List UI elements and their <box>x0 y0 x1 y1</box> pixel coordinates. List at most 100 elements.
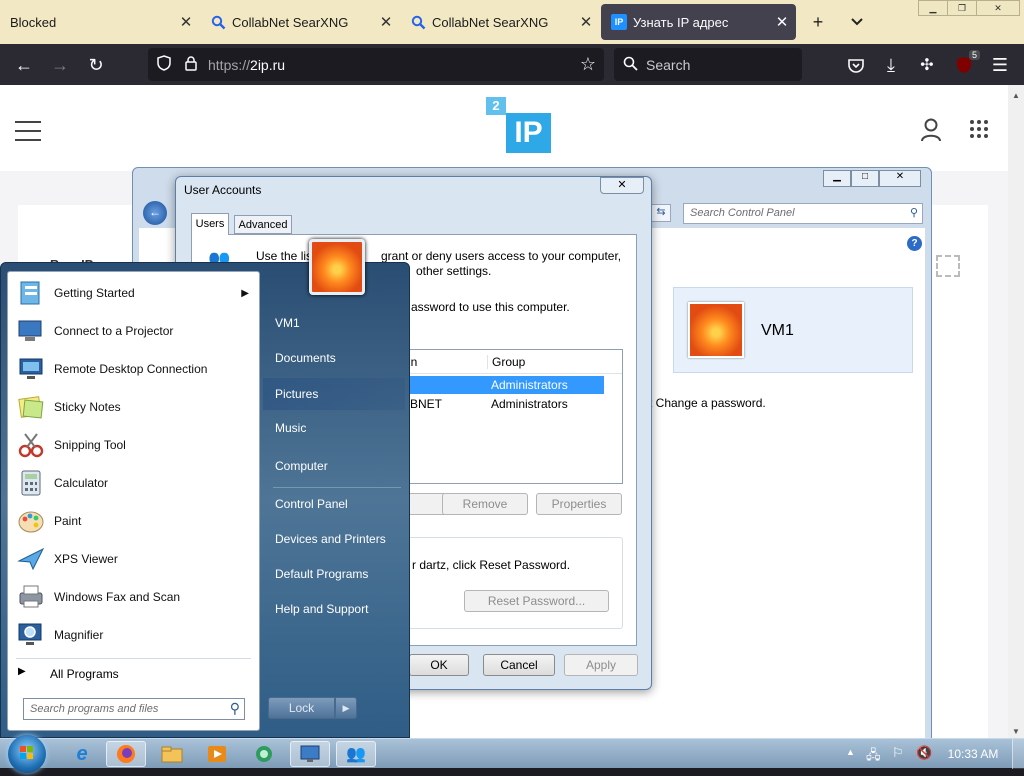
start-right-help[interactable]: Help and Support <box>269 602 405 616</box>
explorer-taskbar-icon[interactable] <box>152 741 192 767</box>
start-item-xps-viewer[interactable]: XPS Viewer <box>8 540 259 578</box>
projector-icon <box>14 314 48 348</box>
user-profile-icon[interactable] <box>920 118 942 145</box>
firefox-taskbar-icon[interactable] <box>106 741 146 767</box>
start-item-fax-scan[interactable]: Windows Fax and Scan <box>8 578 259 616</box>
search-icon: ⚲ <box>229 700 240 716</box>
reload-icon[interactable]: ↻ <box>82 52 110 78</box>
start-user-picture <box>309 239 365 295</box>
minimize-icon[interactable]: ▁ <box>918 0 948 16</box>
start-right-documents[interactable]: Documents <box>269 351 405 365</box>
search-bar[interactable]: Search <box>614 48 802 81</box>
tray-flag-icon[interactable]: ⚐ <box>892 745 904 761</box>
start-right-control-panel[interactable]: Control Panel <box>269 497 405 511</box>
tab-users[interactable]: Users <box>191 213 229 235</box>
tab-label: CollabNet SearXNG <box>432 14 549 30</box>
lock-button[interactable]: Lock <box>268 697 335 719</box>
properties-button[interactable]: Properties <box>536 493 622 515</box>
close-tab-icon[interactable]: ✕ <box>768 13 796 31</box>
start-orb-icon[interactable] <box>8 735 46 773</box>
all-programs-item[interactable]: ▶ All Programs <box>8 662 259 686</box>
close-tab-icon[interactable]: ✕ <box>372 13 400 31</box>
tab-blocked[interactable]: Blocked ✕ <box>0 0 200 44</box>
show-desktop-button[interactable] <box>1012 739 1024 769</box>
cp-back-icon[interactable]: ← <box>143 201 167 225</box>
remove-button[interactable]: Remove <box>442 493 528 515</box>
page-scrollbar[interactable]: ▲ ▼ <box>1008 85 1024 740</box>
start-right-computer[interactable]: Computer <box>269 459 405 473</box>
start-item-sticky-notes[interactable]: Sticky Notes <box>8 388 259 426</box>
browser-nav-bar: ← → ↻ https:// 2ip.ru ☆ Search ⤓ ✣ 5 ☰ <box>0 44 1024 85</box>
url-bar[interactable]: https:// 2ip.ru ☆ <box>148 48 604 81</box>
site-menu-icon[interactable] <box>15 121 41 141</box>
start-right-devices[interactable]: Devices and Printers <box>269 532 405 546</box>
back-icon[interactable]: ← <box>10 52 38 78</box>
reset-password-text: r dartz, click Reset Password. <box>412 558 571 572</box>
tab-2ip-active[interactable]: IP Узнать IP адрес ✕ <box>601 4 796 40</box>
downloads-icon[interactable]: ⤓ <box>877 52 905 78</box>
copy-icon[interactable] <box>936 255 960 277</box>
close-tab-icon[interactable]: ✕ <box>572 13 600 31</box>
apply-button[interactable]: Apply <box>564 654 638 676</box>
close-tab-icon[interactable]: ✕ <box>172 13 200 31</box>
bookmark-star-icon[interactable]: ☆ <box>580 54 596 75</box>
cancel-button[interactable]: Cancel <box>483 654 555 676</box>
start-item-paint[interactable]: Paint <box>8 502 259 540</box>
tray-expand-icon[interactable]: ▲ <box>846 747 855 757</box>
cp-minimize-icon[interactable]: ▁ <box>823 170 851 187</box>
lock-icon[interactable] <box>180 55 202 74</box>
paint-icon <box>14 504 48 538</box>
dialog-close-icon[interactable]: ✕ <box>600 177 644 194</box>
network-taskbar-icon[interactable] <box>244 741 284 767</box>
menu-hamburger-icon[interactable]: ☰ <box>986 52 1014 78</box>
col-header-group[interactable]: Group <box>487 355 525 369</box>
reset-password-button[interactable]: Reset Password... <box>464 590 609 612</box>
cp-refresh-icon[interactable]: ⇆ <box>651 204 671 222</box>
start-item-snipping-tool[interactable]: Snipping Tool <box>8 426 259 464</box>
site-header: 2 IP <box>0 85 1008 171</box>
shield-icon[interactable] <box>148 55 180 74</box>
start-right-user[interactable]: VM1 <box>269 316 405 330</box>
cp-user-tile[interactable]: VM1 <box>673 287 913 373</box>
close-window-icon[interactable]: ✕ <box>976 0 1020 16</box>
search-favicon-icon <box>410 14 426 30</box>
tab-label: CollabNet SearXNG <box>232 14 349 30</box>
start-item-getting-started[interactable]: Getting Started ▶ <box>8 274 259 312</box>
tab-searxng-2[interactable]: CollabNet SearXNG ✕ <box>400 0 600 44</box>
start-right-pictures[interactable]: Pictures <box>263 378 405 410</box>
search-icon <box>614 56 646 74</box>
tray-network-icon[interactable]: 🖧 <box>866 746 881 768</box>
restore-icon[interactable]: ❐ <box>947 0 977 16</box>
ie-taskbar-icon[interactable]: e <box>62 741 102 767</box>
media-player-taskbar-icon[interactable] <box>197 741 237 767</box>
add-user-button[interactable] <box>407 493 447 515</box>
start-item-remote-desktop[interactable]: Remote Desktop Connection <box>8 350 259 388</box>
start-item-calculator[interactable]: Calculator <box>8 464 259 502</box>
cp-maximize-icon[interactable]: □ <box>851 170 879 187</box>
apps-grid-icon[interactable] <box>969 119 989 142</box>
pocket-icon[interactable] <box>842 52 870 78</box>
tab-searxng-1[interactable]: CollabNet SearXNG ✕ <box>200 0 400 44</box>
cp-close-icon[interactable]: ✕ <box>879 170 921 187</box>
start-item-projector[interactable]: Connect to a Projector <box>8 312 259 350</box>
site-logo[interactable]: 2 IP <box>486 97 552 155</box>
control-panel-taskbar-icon[interactable] <box>290 741 330 767</box>
clock[interactable]: 10:33 AM <box>940 747 1006 761</box>
forward-icon[interactable]: → <box>46 52 74 78</box>
tray-volume-muted-icon[interactable]: 🔇 <box>916 745 932 761</box>
start-right-default-programs[interactable]: Default Programs <box>269 567 405 581</box>
lock-options-arrow-icon[interactable]: ▶ <box>335 697 357 719</box>
start-item-magnifier[interactable]: Magnifier <box>8 616 259 654</box>
user-accounts-taskbar-icon[interactable]: 👥 <box>336 741 376 767</box>
cp-search-field[interactable]: Search Control Panel ⚲ <box>683 203 923 224</box>
start-search-box[interactable]: Search programs and files ⚲ <box>23 698 245 720</box>
start-right-music[interactable]: Music <box>269 421 405 435</box>
search-favicon-icon <box>210 14 226 30</box>
ublock-icon[interactable]: 5 <box>950 50 980 78</box>
new-tab-icon[interactable]: + <box>803 8 833 36</box>
tab-advanced[interactable]: Advanced <box>234 215 292 234</box>
ok-button[interactable]: OK <box>409 654 469 676</box>
list-tabs-chevron-icon[interactable] <box>842 8 872 36</box>
extensions-icon[interactable]: ✣ <box>913 52 941 78</box>
help-icon[interactable]: ? <box>907 236 922 251</box>
